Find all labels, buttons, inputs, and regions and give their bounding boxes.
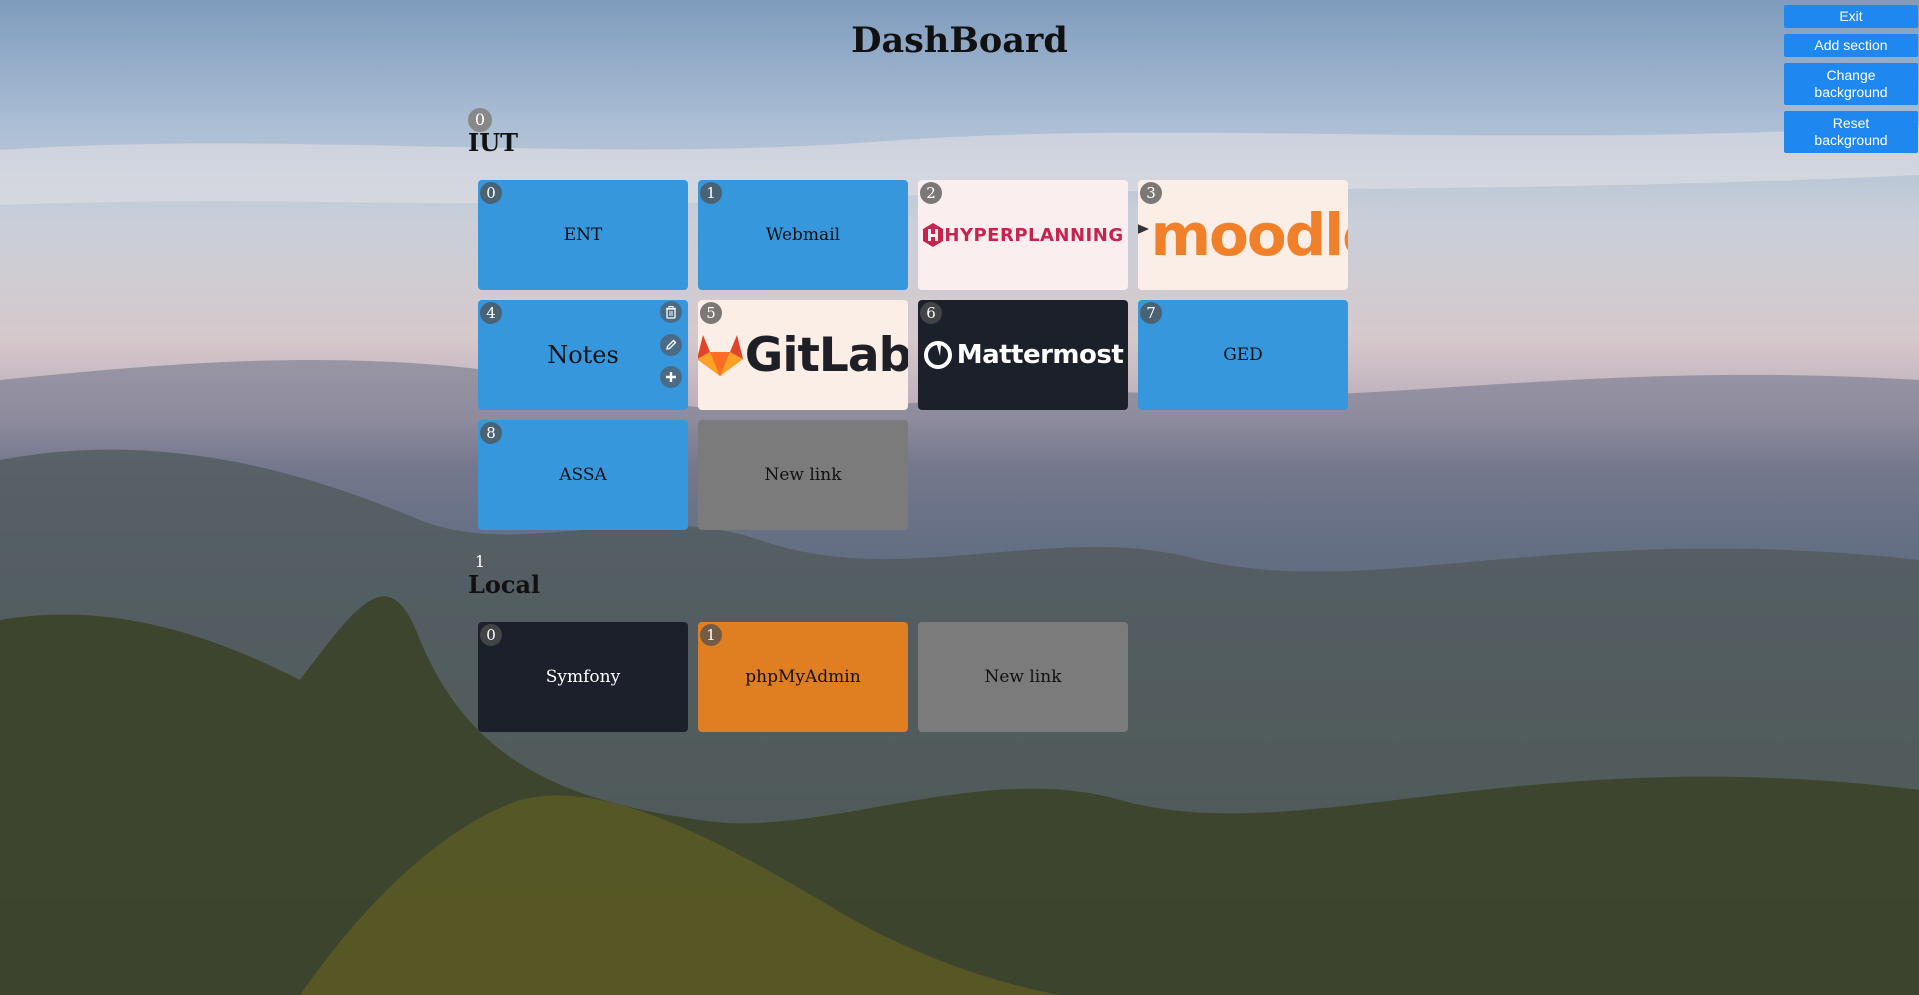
reset-background-label-line1: Reset [1832,115,1870,131]
tile-notes[interactable]: 4 Notes [478,300,688,410]
control-panel: Exit Add section Change background Reset… [1784,5,1918,159]
tile-symfony[interactable]: 0 Symfony [478,622,688,732]
tile-index-badge: 6 [920,302,942,324]
tile-index-badge: 3 [1140,182,1162,204]
mattermost-wordmark: Mattermost [956,340,1124,370]
change-background-button[interactable]: Change background [1784,63,1918,105]
tile-webmail[interactable]: 1 Webmail [698,180,908,290]
new-link-tile[interactable]: New link [698,420,908,530]
tile-label: GED [1223,345,1263,365]
moodle-logo: moodle [1138,206,1348,264]
reset-background-label-line2: background [1814,132,1888,148]
gitlab-tanuki-icon [698,335,743,376]
hyperplanning-logo: HYPERPLANNING [922,222,1123,248]
tile-label: ENT [563,225,603,245]
section-title: IUT [468,128,519,157]
tile-label: ASSA [559,465,607,485]
page-title: DashBoard [851,20,1068,61]
hyperplanning-wordmark: HYPERPLANNING [944,224,1124,246]
trash-icon[interactable] [660,301,682,323]
tile-ged[interactable]: 7 GED [1138,300,1348,410]
tile-label: Symfony [545,667,621,687]
tile-assa[interactable]: 8 ASSA [478,420,688,530]
tile-index-badge: 0 [480,182,502,204]
new-link-tile[interactable]: New link [918,622,1128,732]
section-title: Local [468,570,541,599]
add-section-button[interactable]: Add section [1784,34,1918,57]
tile-label: Webmail [765,225,841,245]
tile-index-badge: 2 [920,182,942,204]
mattermost-mark-icon [923,341,952,369]
exit-button[interactable]: Exit [1784,5,1918,28]
plus-icon[interactable] [660,366,682,388]
tile-moodle[interactable]: 3 moodle [1138,180,1348,290]
tile-index-badge: 0 [480,624,502,646]
mattermost-logo: Mattermost [923,340,1124,370]
change-background-label-line2: background [1814,84,1888,100]
tile-index-badge: 4 [480,302,502,324]
tile-index-badge: 8 [480,422,502,444]
background-landscape [0,125,1919,995]
gitlab-logo: GitLab [698,328,908,383]
tile-index-badge: 5 [700,302,722,324]
tile-hyperplanning[interactable]: 2 HYPERPLANNING [918,180,1128,290]
tile-ent[interactable]: 0 ENT [478,180,688,290]
hyperplanning-hex-icon [923,223,944,247]
moodle-wordmark: moodle [1150,201,1348,269]
tile-label: New link [984,667,1062,687]
tile-mattermost[interactable]: 6 Mattermost [918,300,1128,410]
pencil-icon[interactable] [660,334,682,356]
tile-phpmyadmin[interactable]: 1 phpMyAdmin [698,622,908,732]
tile-label: New link [764,465,842,485]
tile-gitlab[interactable]: 5 GitLab [698,300,908,410]
tile-index-badge: 1 [700,624,722,646]
tile-label: Notes [547,341,619,369]
reset-background-button[interactable]: Reset background [1784,111,1918,153]
tile-label: phpMyAdmin [745,667,861,687]
gitlab-wordmark: GitLab [744,327,908,383]
change-background-label-line1: Change [1826,67,1876,83]
graduation-cap-icon [1138,224,1149,234]
tile-index-badge: 1 [700,182,722,204]
tile-index-badge: 7 [1140,302,1162,324]
